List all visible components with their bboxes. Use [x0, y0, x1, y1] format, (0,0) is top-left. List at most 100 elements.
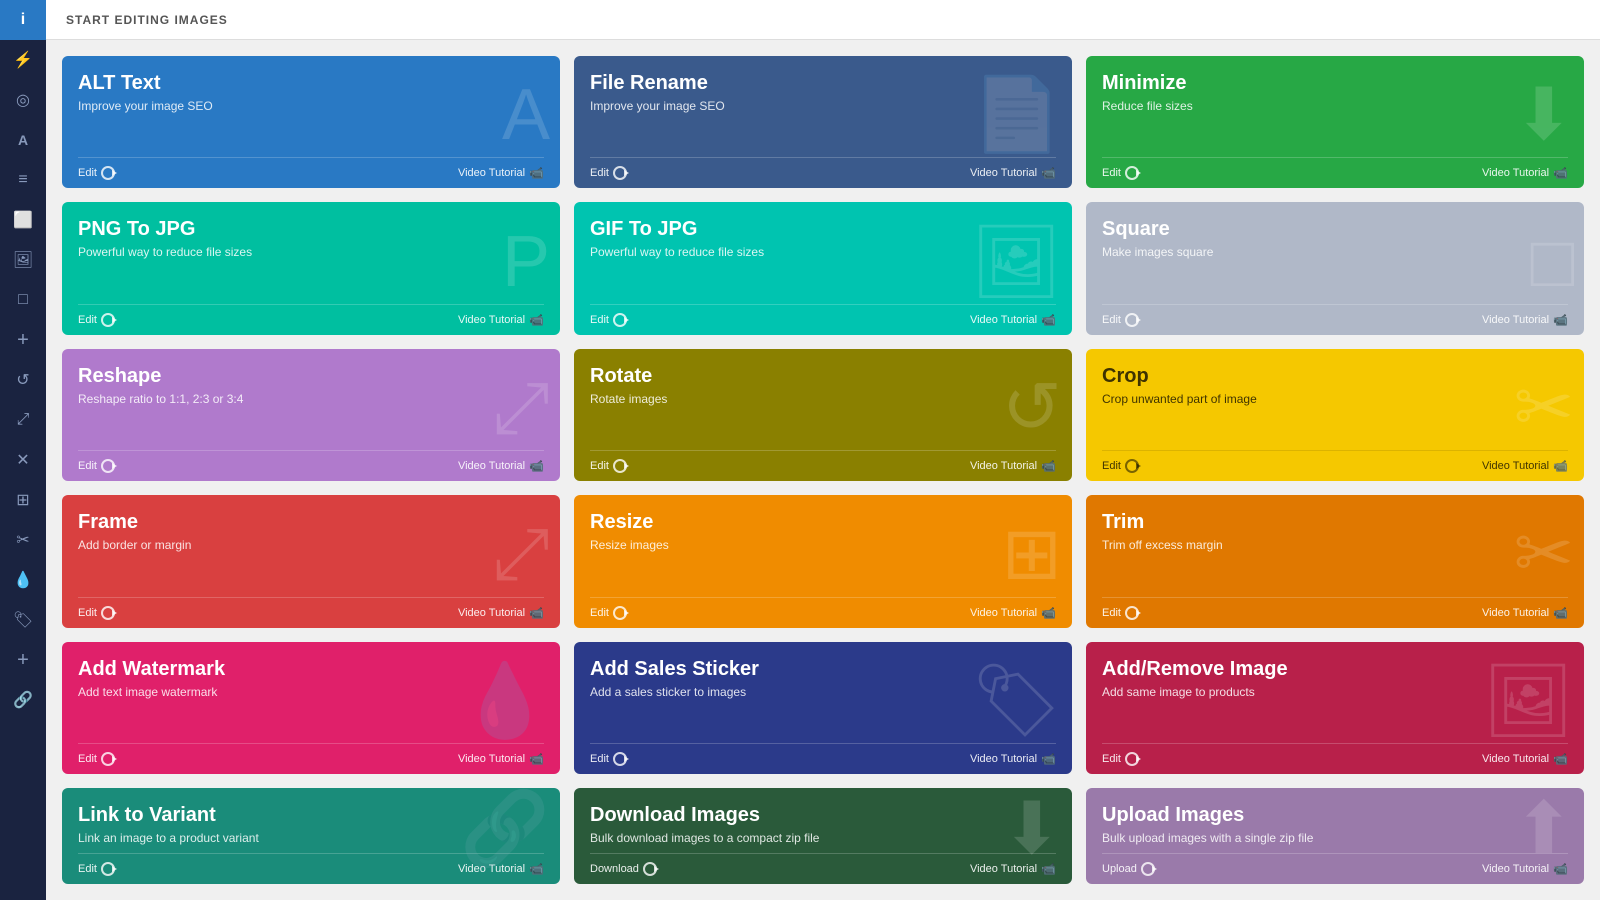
- card-video-link[interactable]: Video Tutorial 📹: [458, 862, 544, 876]
- card-frame[interactable]: ⤢ Frame Add border or margin Edit Video …: [62, 495, 560, 627]
- sidebar-icon-target[interactable]: ◎: [0, 80, 46, 120]
- card-edit-link[interactable]: Edit: [590, 166, 627, 180]
- card-edit-link[interactable]: Edit: [590, 606, 627, 620]
- card-subtitle: Add a sales sticker to images: [590, 685, 1056, 699]
- cut-icon: ✂: [16, 530, 29, 550]
- card-resize[interactable]: ⊞ Resize Resize images Edit Video Tutori…: [574, 495, 1072, 627]
- sidebar-icon-add[interactable]: +: [0, 640, 46, 680]
- card-title: Trim: [1102, 511, 1568, 534]
- card-footer: Edit Video Tutorial 📹: [590, 157, 1056, 188]
- card-video-link[interactable]: Video Tutorial 📹: [970, 862, 1056, 876]
- card-edit-link[interactable]: Edit: [78, 752, 115, 766]
- card-edit-link[interactable]: Edit: [590, 752, 627, 766]
- sidebar-icon-scissors[interactable]: ✕: [0, 440, 46, 480]
- card-png-to-jpg[interactable]: P PNG To JPG Powerful way to reduce file…: [62, 202, 560, 334]
- sidebar-icon-text[interactable]: A: [0, 120, 46, 160]
- card-edit-link[interactable]: Edit: [1102, 752, 1139, 766]
- edit-icon: [613, 459, 627, 473]
- card-edit-link[interactable]: Edit: [1102, 606, 1139, 620]
- card-edit-link[interactable]: Edit: [1102, 166, 1139, 180]
- card-video-link[interactable]: Video Tutorial 📹: [970, 166, 1056, 180]
- card-download-images[interactable]: ⬇ Download Images Bulk download images t…: [574, 788, 1072, 884]
- card-edit-link[interactable]: Edit: [78, 313, 115, 327]
- card-rotate[interactable]: ↺ Rotate Rotate images Edit Video Tutori…: [574, 349, 1072, 481]
- video-camera-icon: 📹: [1553, 862, 1568, 876]
- sidebar-icon-image[interactable]: 🖼: [0, 240, 46, 280]
- card-minimize[interactable]: ⬇ Minimize Reduce file sizes Edit Video …: [1086, 56, 1584, 188]
- card-video-link[interactable]: Video Tutorial 📹: [1482, 862, 1568, 876]
- card-reshape[interactable]: ⤢ Reshape Reshape ratio to 1:1, 2:3 or 3…: [62, 349, 560, 481]
- sidebar-icon-frame[interactable]: ⊞: [0, 480, 46, 520]
- card-video-link[interactable]: Video Tutorial 📹: [458, 166, 544, 180]
- card-video-link[interactable]: Video Tutorial 📹: [1482, 606, 1568, 620]
- card-file-rename[interactable]: 📄 File Rename Improve your image SEO Edi…: [574, 56, 1072, 188]
- card-edit-link[interactable]: Edit: [1102, 313, 1139, 327]
- sidebar-icon-transform[interactable]: ⤢: [0, 400, 46, 440]
- card-video-link[interactable]: Video Tutorial 📹: [970, 459, 1056, 473]
- card-add-sales-sticker[interactable]: 🏷 Add Sales Sticker Add a sales sticker …: [574, 642, 1072, 774]
- card-subtitle: Reduce file sizes: [1102, 99, 1568, 113]
- card-title: Link to Variant: [78, 804, 544, 827]
- card-video-link[interactable]: Video Tutorial 📹: [1482, 459, 1568, 473]
- sidebar-icon-plus[interactable]: +: [0, 320, 46, 360]
- card-title: ALT Text: [78, 72, 544, 95]
- sidebar-icon-undo[interactable]: ↺: [0, 360, 46, 400]
- card-add-remove-image[interactable]: 🖼 Add/Remove Image Add same image to pro…: [1086, 642, 1584, 774]
- card-footer: Edit Video Tutorial 📹: [78, 157, 544, 188]
- card-edit-link[interactable]: Edit: [590, 459, 627, 473]
- video-camera-icon: 📹: [1041, 459, 1056, 473]
- card-footer: Edit Video Tutorial 📹: [78, 743, 544, 774]
- card-video-link[interactable]: Video Tutorial 📹: [1482, 752, 1568, 766]
- card-link-to-variant[interactable]: 🔗 Link to Variant Link an image to a pro…: [62, 788, 560, 884]
- edit-label: Edit: [590, 314, 609, 326]
- sidebar-icon-square[interactable]: □: [0, 280, 46, 320]
- card-subtitle: Bulk download images to a compact zip fi…: [590, 831, 1056, 845]
- card-footer: Download Video Tutorial 📹: [590, 853, 1056, 884]
- sidebar-icon-tag[interactable]: 🏷: [0, 600, 46, 640]
- card-video-link[interactable]: Video Tutorial 📹: [458, 313, 544, 327]
- card-video-link[interactable]: Video Tutorial 📹: [970, 313, 1056, 327]
- edit-label: Download: [590, 863, 639, 875]
- sidebar-top-icon[interactable]: i: [0, 0, 46, 40]
- video-label: Video Tutorial: [458, 167, 525, 179]
- card-video-link[interactable]: Video Tutorial 📹: [458, 459, 544, 473]
- video-label: Video Tutorial: [1482, 753, 1549, 765]
- sidebar-icon-list[interactable]: ≡: [0, 160, 46, 200]
- card-footer: Edit Video Tutorial 📹: [78, 450, 544, 481]
- card-title: Reshape: [78, 365, 544, 388]
- card-video-link[interactable]: Video Tutorial 📹: [458, 752, 544, 766]
- card-edit-link[interactable]: Edit: [1102, 459, 1139, 473]
- page-header: START EDITING IMAGES: [46, 0, 1600, 40]
- card-subtitle: Make images square: [1102, 245, 1568, 259]
- card-video-link[interactable]: Video Tutorial 📹: [458, 606, 544, 620]
- card-video-link[interactable]: Video Tutorial 📹: [1482, 166, 1568, 180]
- sidebar-icon-cut[interactable]: ✂: [0, 520, 46, 560]
- card-video-link[interactable]: Video Tutorial 📹: [1482, 313, 1568, 327]
- card-edit-link[interactable]: Download: [590, 862, 657, 876]
- card-footer: Edit Video Tutorial 📹: [590, 450, 1056, 481]
- card-edit-link[interactable]: Edit: [78, 606, 115, 620]
- sidebar-icon-drop[interactable]: 💧: [0, 560, 46, 600]
- card-subtitle: Resize images: [590, 538, 1056, 552]
- card-video-link[interactable]: Video Tutorial 📹: [970, 606, 1056, 620]
- card-square[interactable]: □ Square Make images square Edit Video T…: [1086, 202, 1584, 334]
- sidebar-icon-flash[interactable]: ⚡: [0, 40, 46, 80]
- edit-icon: [1125, 166, 1139, 180]
- edit-icon: [1125, 459, 1139, 473]
- card-video-link[interactable]: Video Tutorial 📹: [970, 752, 1056, 766]
- sidebar-icon-doc[interactable]: ⬜: [0, 200, 46, 240]
- card-trim[interactable]: ✂ Trim Trim off excess margin Edit Video…: [1086, 495, 1584, 627]
- card-edit-link[interactable]: Edit: [78, 459, 115, 473]
- card-edit-link[interactable]: Edit: [590, 313, 627, 327]
- video-label: Video Tutorial: [970, 314, 1037, 326]
- card-crop[interactable]: ✂ Crop Crop unwanted part of image Edit …: [1086, 349, 1584, 481]
- card-gif-to-jpg[interactable]: 🖼 GIF To JPG Powerful way to reduce file…: [574, 202, 1072, 334]
- card-title: File Rename: [590, 72, 1056, 95]
- card-edit-link[interactable]: Upload: [1102, 862, 1155, 876]
- card-upload-images[interactable]: ⬆ Upload Images Bulk upload images with …: [1086, 788, 1584, 884]
- card-edit-link[interactable]: Edit: [78, 862, 115, 876]
- card-edit-link[interactable]: Edit: [78, 166, 115, 180]
- sidebar-icon-link[interactable]: 🔗: [0, 680, 46, 720]
- card-alt-text[interactable]: A ALT Text Improve your image SEO Edit V…: [62, 56, 560, 188]
- card-add-watermark[interactable]: 💧 Add Watermark Add text image watermark…: [62, 642, 560, 774]
